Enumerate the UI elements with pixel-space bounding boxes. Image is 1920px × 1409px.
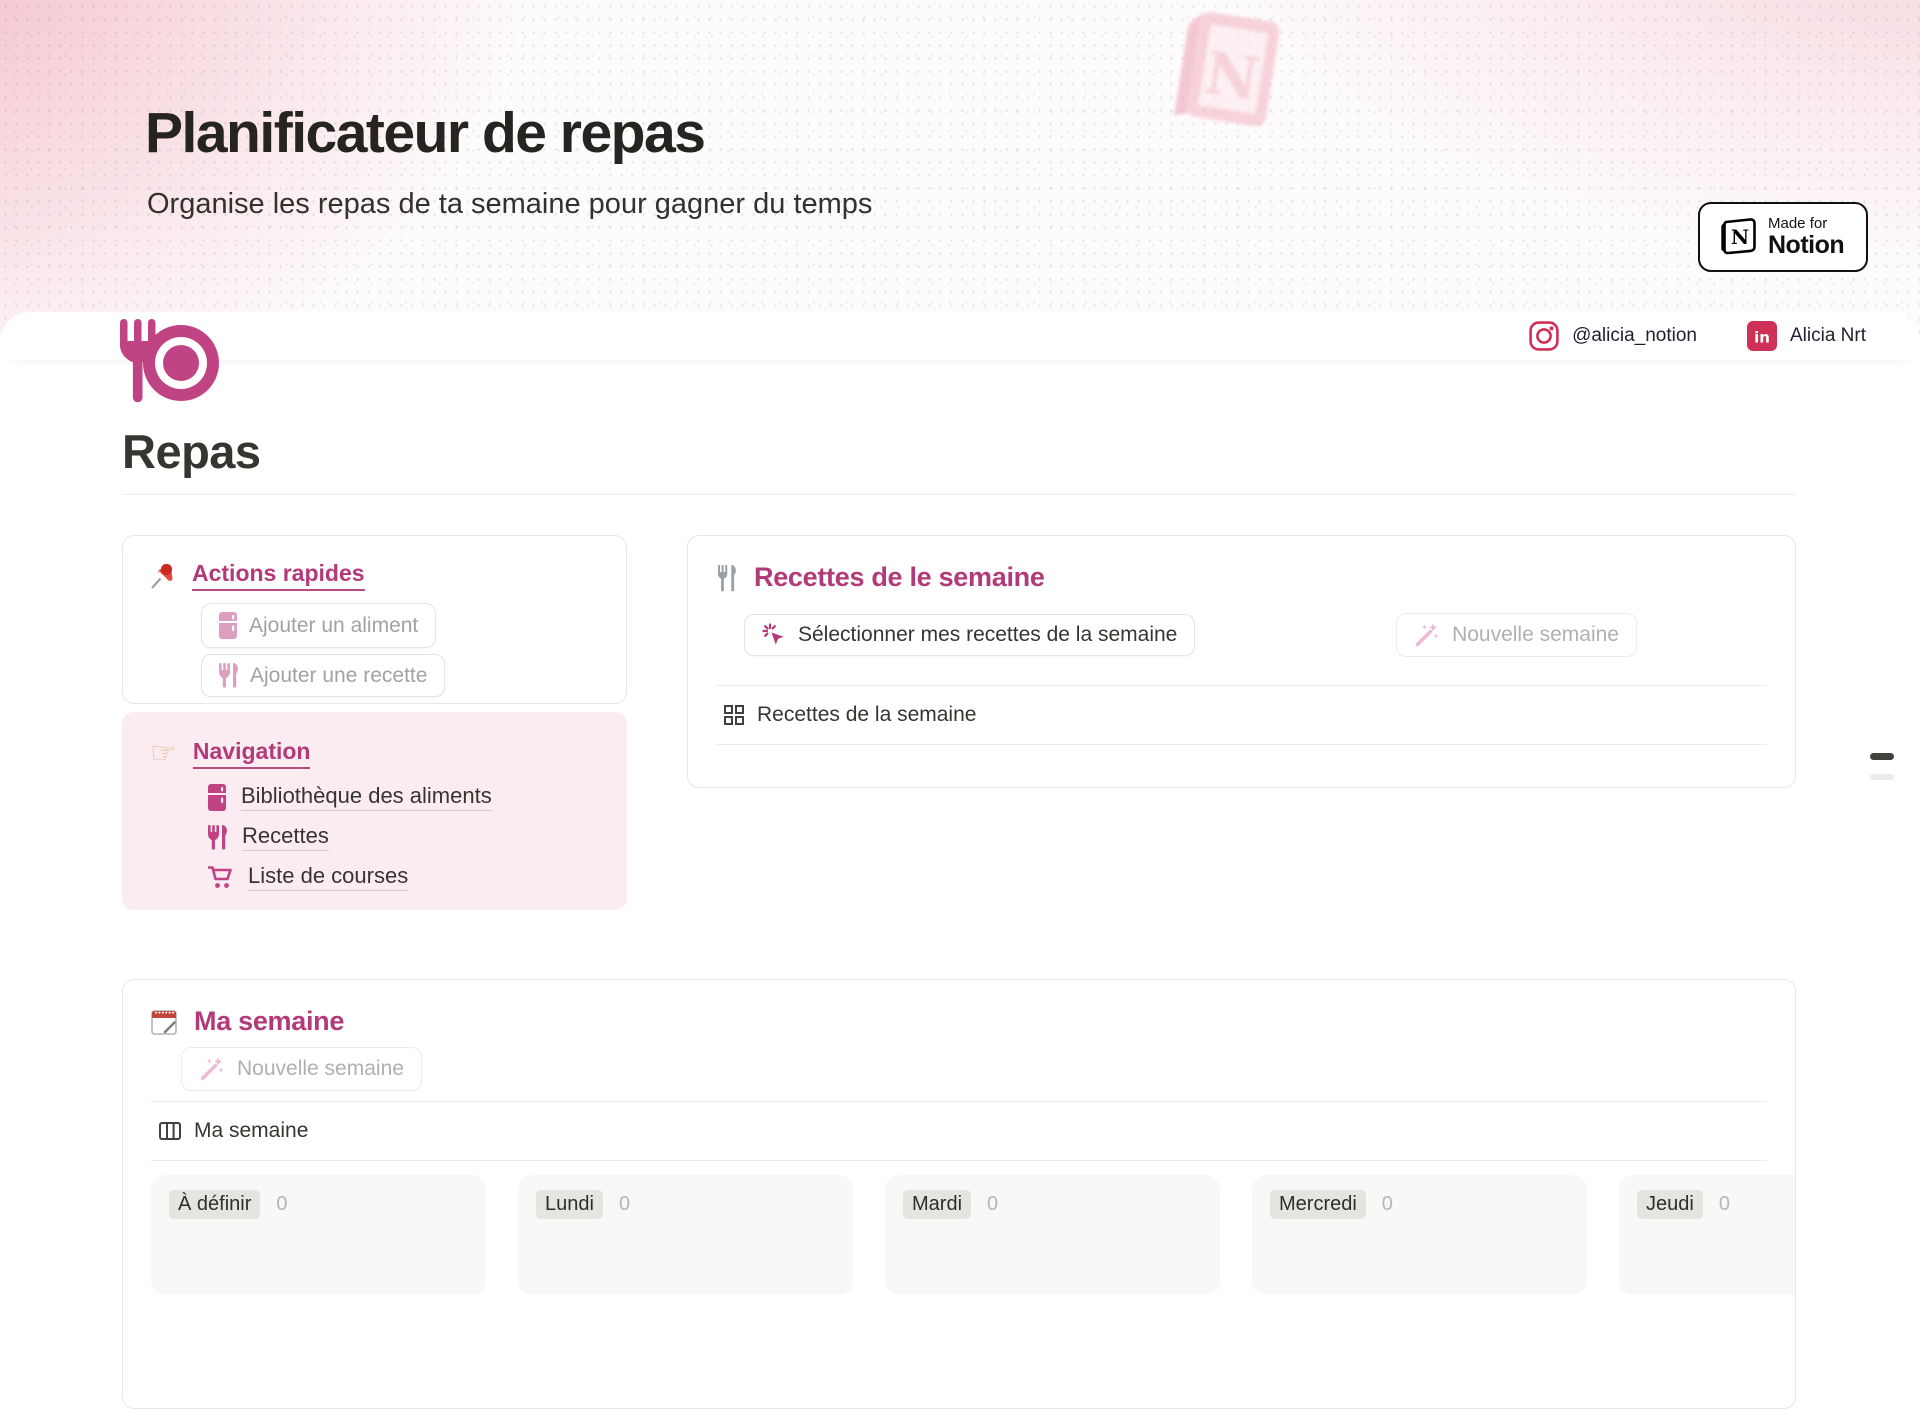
add-food-button[interactable]: Ajouter un aliment — [201, 603, 436, 648]
new-week-button[interactable]: Nouvelle semaine — [1396, 613, 1637, 657]
week-recipes-card: Recettes de le semaine — [687, 535, 1796, 788]
add-recipe-button[interactable]: Ajouter une recette — [201, 654, 445, 697]
fork-knife-icon — [208, 825, 227, 850]
magic-wand-icon — [199, 1056, 225, 1082]
made-for-notion-badge[interactable]: N Made for Notion — [1698, 202, 1868, 272]
column-count: 0 — [276, 1193, 287, 1216]
board-column-undefined[interactable]: À définir 0 — [151, 1175, 486, 1295]
social-bar: @alicia_notion in Alicia Nrt — [0, 312, 1920, 360]
recipes-view-tab[interactable]: Recettes de la semaine — [716, 686, 1767, 744]
page-icon-fork-plate[interactable] — [120, 318, 220, 404]
column-badge: Mercredi — [1270, 1190, 1366, 1219]
nav-link-food-library[interactable]: Bibliothèque des aliments — [208, 783, 599, 811]
instagram-link[interactable]: @alicia_notion — [1529, 321, 1697, 351]
pushpin-icon — [149, 561, 176, 590]
magic-wand-icon — [1414, 622, 1440, 648]
fridge-icon — [208, 784, 226, 811]
column-badge: À définir — [169, 1190, 260, 1219]
quick-actions-title: Actions rapides — [192, 560, 365, 591]
recipes-view-label: Recettes de la semaine — [757, 703, 976, 727]
board-column-thursday[interactable]: Jeudi 0 — [1619, 1175, 1796, 1295]
column-count: 0 — [1719, 1193, 1730, 1216]
page-subtitle: Organise les repas de ta semaine pour ga… — [147, 188, 872, 221]
board-column-wednesday[interactable]: Mercredi 0 — [1252, 1175, 1587, 1295]
add-food-label: Ajouter un aliment — [249, 614, 418, 638]
my-week-title: Ma semaine — [194, 1006, 344, 1037]
navigation-title: Navigation — [193, 738, 311, 769]
main-content: Repas Actions rapides — [122, 424, 1796, 1409]
shopping-cart-icon — [208, 865, 233, 889]
column-count: 0 — [619, 1193, 630, 1216]
click-sparkle-icon — [762, 623, 786, 647]
column-badge: Lundi — [536, 1190, 603, 1219]
divider — [151, 1160, 1767, 1161]
nav-link-shopping-list[interactable]: Liste de courses — [208, 863, 599, 891]
badge-line1: Made for — [1768, 216, 1844, 232]
pointing-hand-icon: ☞ — [150, 739, 177, 769]
linkedin-icon: in — [1747, 321, 1777, 351]
my-week-view-tab[interactable]: Ma semaine — [151, 1102, 1767, 1160]
new-week-label: Nouvelle semaine — [1452, 623, 1619, 647]
board-view-icon — [159, 1122, 181, 1140]
navigation-card: ☞ Navigation Bibliothèque des aliments — [122, 712, 627, 910]
add-recipe-label: Ajouter une recette — [250, 664, 427, 688]
my-week-new-week-label: Nouvelle semaine — [237, 1057, 404, 1081]
fork-knife-icon — [219, 663, 238, 688]
block-handle-dash-faint — [1870, 774, 1894, 780]
svg-text:N: N — [1200, 38, 1263, 113]
nav-link-label: Bibliothèque des aliments — [241, 783, 492, 811]
board-column-tuesday[interactable]: Mardi 0 — [885, 1175, 1220, 1295]
week-recipes-title: Recettes de le semaine — [754, 562, 1045, 593]
svg-text:N: N — [1731, 225, 1749, 249]
block-handle-dash[interactable] — [1870, 753, 1894, 760]
board-column-monday[interactable]: Lundi 0 — [518, 1175, 853, 1295]
notion-watermark-icon: N — [1165, 8, 1297, 144]
fridge-icon — [219, 612, 237, 639]
my-week-view-label: Ma semaine — [194, 1119, 308, 1143]
week-board: À définir 0 Lundi 0 Mardi 0 Mercredi — [151, 1175, 1767, 1295]
instagram-icon — [1529, 321, 1559, 351]
svg-text:in: in — [1754, 329, 1770, 347]
select-week-recipes-label: Sélectionner mes recettes de la semaine — [798, 623, 1177, 647]
page-title: Planificateur de repas — [145, 100, 704, 166]
select-week-recipes-button[interactable]: Sélectionner mes recettes de la semaine — [744, 614, 1195, 656]
instagram-handle: @alicia_notion — [1572, 325, 1697, 347]
my-week-new-week-button[interactable]: Nouvelle semaine — [181, 1047, 422, 1091]
column-count: 0 — [987, 1193, 998, 1216]
column-count: 0 — [1382, 1193, 1393, 1216]
linkedin-link[interactable]: in Alicia Nrt — [1747, 321, 1866, 351]
spiral-calendar-icon — [151, 1007, 178, 1036]
nav-link-label: Liste de courses — [248, 863, 408, 891]
page-heading: Repas — [122, 424, 1796, 479]
notion-logo-icon: N — [1714, 214, 1758, 260]
nav-link-recipes[interactable]: Recettes — [208, 823, 599, 851]
heading-divider — [122, 494, 1796, 495]
column-badge: Mardi — [903, 1190, 971, 1219]
linkedin-name: Alicia Nrt — [1790, 325, 1866, 347]
recipes-view-block: Recettes de la semaine — [716, 685, 1767, 745]
silverware-icon — [716, 564, 738, 592]
nav-link-label: Recettes — [242, 823, 329, 851]
gallery-grid-icon — [724, 705, 744, 725]
badge-line2: Notion — [1768, 232, 1844, 258]
column-badge: Jeudi — [1637, 1190, 1703, 1219]
quick-actions-card: Actions rapides Ajouter un aliment — [122, 535, 627, 704]
my-week-card: Ma semaine Nouvelle semaine Ma semaine — [122, 979, 1796, 1409]
